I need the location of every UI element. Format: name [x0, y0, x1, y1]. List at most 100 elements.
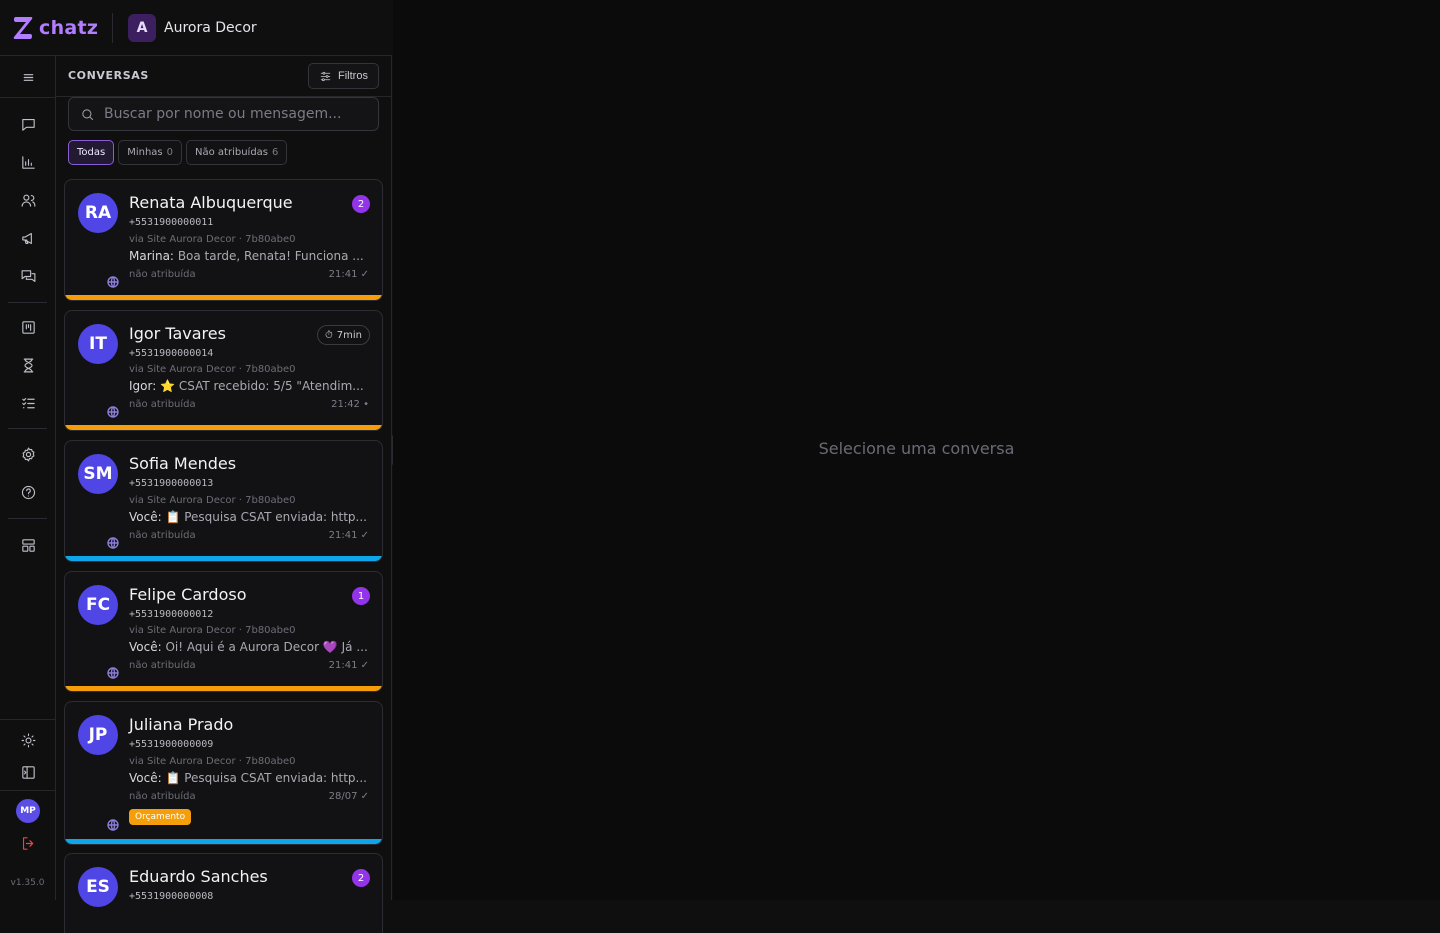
brand-mark-icon — [13, 16, 33, 39]
nav-help-button[interactable] — [16, 480, 40, 504]
chip-unassigned[interactable]: Não atribuídas 6 — [186, 140, 288, 165]
search-input[interactable] — [104, 106, 364, 122]
contact-name: Renata Albuquerque — [129, 193, 293, 212]
nav-reports-button[interactable] — [16, 150, 40, 174]
rail-divider — [8, 302, 47, 303]
channel-source: via Site Aurora Decor · 7b80abe0 — [129, 625, 296, 636]
workspace-avatar[interactable]: A — [128, 13, 156, 42]
theme-toggle-button[interactable] — [16, 728, 40, 752]
search-box — [68, 97, 379, 131]
rail-header-divider — [0, 97, 55, 98]
web-channel-icon — [107, 534, 119, 549]
contact-avatar: JP — [78, 715, 118, 755]
logout-button[interactable] — [16, 831, 40, 855]
chip-all[interactable]: Todas — [68, 140, 115, 165]
conversation-view: Selecione uma conversa — [393, 0, 1440, 900]
contact-name: Sofia Mendes — [129, 454, 237, 473]
assignee-status: não atribuída — [129, 791, 196, 802]
chip-label: Todas — [77, 147, 106, 158]
workspace-divider — [112, 12, 113, 43]
menu-toggle-button[interactable] — [16, 65, 40, 89]
contact-avatar: IT — [78, 324, 118, 364]
assignee-status: não atribuída — [129, 660, 196, 671]
nav-campaigns-button[interactable] — [16, 226, 40, 250]
nav-waiting-button[interactable] — [16, 353, 40, 377]
brand-logo[interactable]: chatz — [0, 14, 112, 42]
workspace-name[interactable]: Aurora Decor — [164, 20, 257, 36]
icon-rail: MP v1.35.0 — [0, 56, 56, 900]
message-time: 21:42 • — [331, 399, 369, 410]
contact-phone: +5531900000012 — [129, 609, 214, 620]
conversation-card[interactable]: IT Igor Tavares ⏱ 7min +5531900000014 via… — [64, 310, 383, 431]
status-bar — [65, 425, 382, 430]
filters-button[interactable]: Filtros — [308, 63, 379, 89]
nav-contacts-button[interactable] — [16, 188, 40, 212]
message-time: 21:41 ✓ — [328, 269, 369, 280]
last-message: Você: 📋 Pesquisa CSAT enviada: http... — [129, 510, 369, 524]
unread-badge: 1 — [352, 587, 370, 605]
conversation-card[interactable]: JP Juliana Prado +5531900000009 via Site… — [64, 701, 383, 845]
nav-settings-button[interactable] — [16, 442, 40, 466]
conversation-card[interactable]: FC Felipe Cardoso 1 +5531900000012 via S… — [64, 571, 383, 692]
contact-avatar: RA — [78, 193, 118, 233]
contact-phone: +5531900000014 — [129, 348, 214, 359]
kanban-icon — [21, 320, 35, 334]
web-channel-icon — [107, 403, 119, 418]
message-text: Boa tarde, Renata! Funciona ... — [177, 249, 364, 263]
filters-label: Filtros — [338, 70, 368, 82]
chip-label: Não atribuídas — [195, 147, 269, 158]
chat-icon — [21, 118, 35, 131]
search-icon — [82, 108, 94, 120]
panel-title: CONVERSAS — [68, 69, 149, 82]
message-text: 📋 Pesquisa CSAT enviada: http... — [165, 510, 367, 524]
message-text: ⭐ CSAT recebido: 5/5 "Atendim... — [160, 379, 364, 393]
chip-mine[interactable]: Minhas 0 — [118, 140, 183, 165]
channel-source: via Site Aurora Decor · 7b80abe0 — [129, 495, 296, 506]
stopwatch-icon: ⏱ — [324, 329, 333, 341]
nav-messages-button[interactable] — [16, 264, 40, 288]
nav-conversations-button[interactable] — [16, 112, 40, 136]
status-bar — [65, 295, 382, 300]
nav-layout-button[interactable] — [16, 533, 40, 557]
contact-phone: +5531900000011 — [129, 217, 214, 228]
settings-icon — [21, 447, 35, 461]
wait-time: 7min — [336, 329, 362, 341]
user-avatar[interactable]: MP — [16, 799, 40, 823]
assignee-status: não atribuída — [129, 269, 196, 280]
label-tag[interactable]: Orçamento — [129, 809, 192, 825]
conversation-panel: CONVERSAS Filtros Todas Minhas 0 Não atr… — [56, 56, 392, 933]
messages-icon — [21, 269, 35, 282]
users-icon — [21, 194, 35, 207]
web-channel-icon — [107, 816, 119, 831]
conversation-card[interactable]: ES Eduardo Sanches 2 +5531900000008 — [64, 853, 383, 933]
contact-name: Eduardo Sanches — [129, 867, 268, 886]
assignee-status: não atribuída — [129, 399, 196, 410]
message-time: 21:41 ✓ — [328, 660, 369, 671]
chart-icon — [21, 155, 35, 169]
assignee-status: não atribuída — [129, 530, 196, 541]
message-sender: Você: — [129, 640, 162, 654]
unread-badge: 2 — [352, 195, 370, 213]
logout-icon — [22, 836, 33, 850]
contact-name: Felipe Cardoso — [129, 585, 247, 604]
conversation-card[interactable]: SM Sofia Mendes +5531900000013 via Site … — [64, 440, 383, 562]
sidebar-toggle-button[interactable] — [16, 760, 40, 784]
message-time: 21:41 ✓ — [328, 530, 369, 541]
megaphone-icon — [21, 232, 32, 244]
nav-tasks-button[interactable] — [16, 391, 40, 415]
nav-kanban-button[interactable] — [16, 315, 40, 339]
help-icon — [21, 485, 35, 499]
contact-phone: +5531900000013 — [129, 478, 214, 489]
wait-timer: ⏱ 7min — [316, 325, 370, 345]
brand-name: chatz — [39, 16, 99, 39]
message-text: Oi! Aqui é a Aurora Decor 💜 Já ... — [165, 640, 368, 654]
contact-avatar: ES — [78, 867, 118, 907]
channel-source: via Site Aurora Decor · 7b80abe0 — [129, 364, 296, 375]
conversation-card[interactable]: RA Renata Albuquerque 2 +5531900000011 v… — [64, 179, 383, 301]
contact-phone: +5531900000009 — [129, 739, 214, 750]
menu-icon — [23, 73, 33, 81]
hourglass-icon — [23, 358, 33, 372]
layout-icon — [21, 538, 35, 552]
status-bar — [65, 839, 382, 844]
contact-name: Juliana Prado — [129, 715, 234, 734]
